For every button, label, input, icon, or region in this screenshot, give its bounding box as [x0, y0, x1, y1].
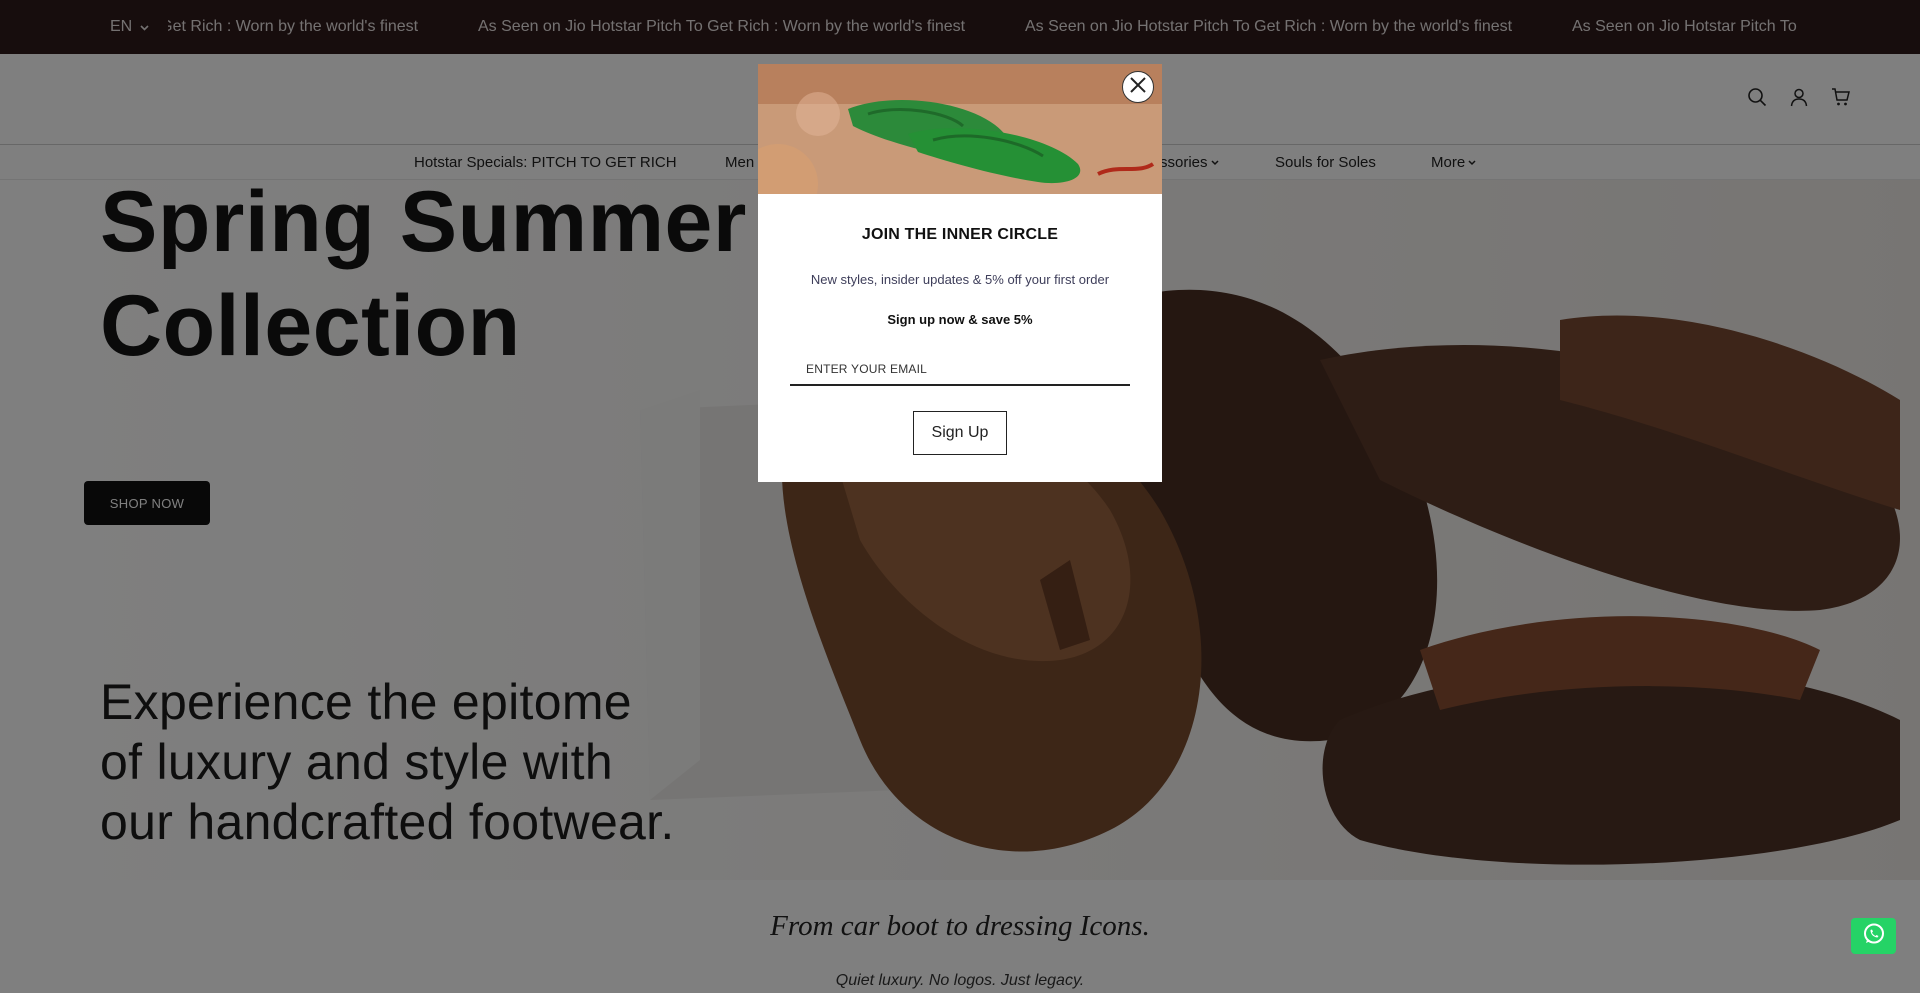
- popup-highlight: Sign up now & save 5%: [887, 312, 1033, 327]
- popup-title: JOIN THE INNER CIRCLE: [861, 226, 1059, 243]
- sign-up-button[interactable]: Sign Up: [913, 411, 1007, 455]
- whatsapp-chat-button[interactable]: [1851, 918, 1896, 954]
- whatsapp-icon: [1862, 922, 1886, 951]
- email-field[interactable]: [790, 354, 1130, 386]
- popup-description: New styles, insider updates & 5% off you…: [810, 272, 1110, 287]
- close-icon: [1129, 76, 1147, 99]
- popup-loafers-image: [758, 64, 1162, 194]
- close-popup-button[interactable]: [1122, 71, 1154, 103]
- newsletter-popup: JOIN THE INNER CIRCLE New styles, inside…: [758, 64, 1162, 482]
